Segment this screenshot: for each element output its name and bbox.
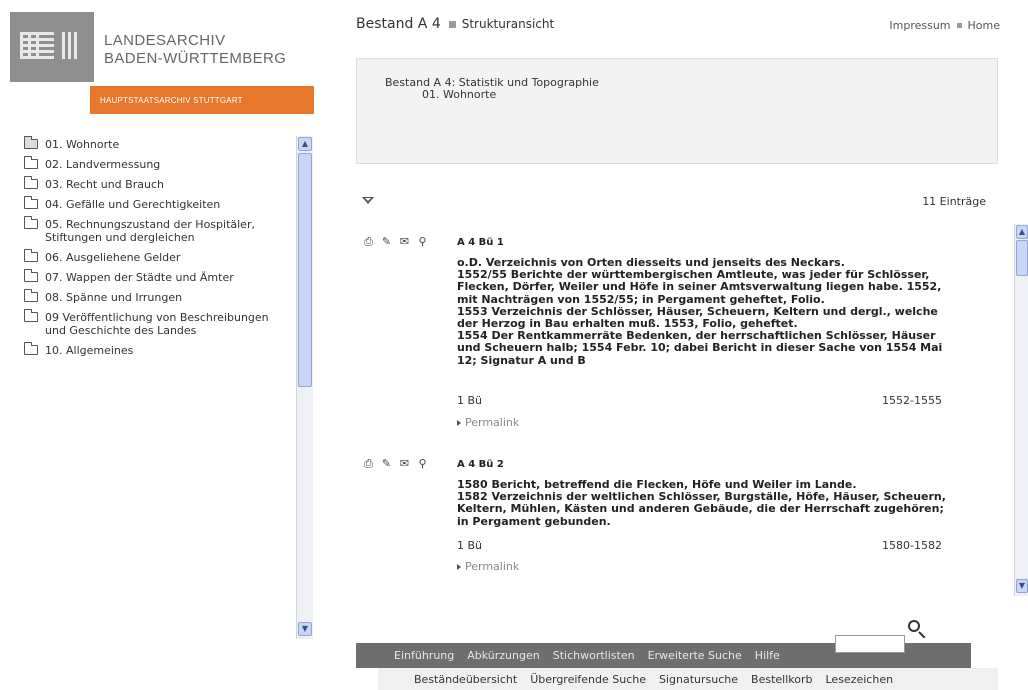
folder-icon	[24, 342, 38, 355]
triangle-right-icon	[457, 420, 461, 426]
search-icon[interactable]	[908, 620, 926, 640]
record-meta: 1 Bü 1580-1582	[457, 539, 942, 552]
record-meta: 1 Bü 1552-1555	[457, 394, 942, 407]
sidebar-item-label: 09 Veröffentlichung von Beschreibungen u…	[45, 311, 269, 337]
record-signature: A 4 Bü 1	[457, 237, 504, 248]
home-link[interactable]: Home	[968, 19, 1000, 32]
sidebar-item-label: 04. Gefälle und Gerechtigkeiten	[45, 198, 221, 211]
sidebar-scrollbar[interactable]: ▲ ▼	[296, 136, 313, 639]
sidebar-item-allgemeines[interactable]: 10. Allgemeines	[24, 342, 292, 357]
scroll-up-icon[interactable]: ▲	[1016, 225, 1028, 239]
sidebar-item-label: 03. Recht und Brauch	[45, 178, 164, 191]
breadcrumb: Bestand A 4: Statistik und Topographie 0…	[356, 58, 998, 164]
entry-count: 11 Einträge	[922, 195, 986, 208]
breadcrumb-series[interactable]: 01. Wohnorte	[385, 89, 997, 101]
logo-band: HAUPTSTAATSARCHIV STUTTGART	[90, 86, 314, 114]
sidebar-item-label: 06. Ausgeliehene Gelder	[45, 251, 181, 264]
content-scrollbar[interactable]: ▲ ▼	[1014, 224, 1028, 596]
sidebar-item-spaenne[interactable]: 08. Spänne und Irrungen	[24, 289, 292, 304]
sidebar-item-label: 08. Spänne und Irrungen	[45, 291, 183, 304]
nav-lesezeichen[interactable]: Lesezeichen	[826, 673, 894, 686]
folder-icon	[24, 249, 38, 262]
fonds-title: Bestand A 4	[356, 16, 441, 32]
view-name: Strukturansicht	[461, 17, 555, 31]
sidebar-item-ausgeliehene-gelder[interactable]: 06. Ausgeliehene Gelder	[24, 249, 292, 264]
primary-nav: Einführung Abkürzungen Stichwortlisten E…	[356, 635, 971, 668]
note-icon[interactable]: ✎	[380, 236, 393, 248]
folder-icon	[24, 289, 38, 302]
record-signature: A 4 Bü 2	[457, 459, 504, 470]
logo-line2: BADEN-WÜRTTEMBERG	[104, 50, 287, 67]
note-icon[interactable]: ✎	[380, 458, 393, 470]
logo-mark-icon	[10, 12, 94, 82]
sidebar-item-wohnorte[interactable]: 01. Wohnorte	[24, 136, 292, 151]
record-description: 1580 Bericht, betreffend die Flecken, Hö…	[457, 478, 946, 528]
folder-icon	[24, 156, 38, 169]
record-entry: ⎙ ✎ ✉ ⚲ A 4 Bü 2 1580 Bericht, betreffen…	[362, 458, 946, 578]
nav-hilfe[interactable]: Hilfe	[755, 649, 780, 662]
sidebar-item-wappen[interactable]: 07. Wappen der Städte und Ämter	[24, 269, 292, 284]
separator-square-icon	[448, 20, 456, 28]
record-description: o.D. Verzeichnis von Orten diesseits und…	[457, 256, 943, 367]
order-icon[interactable]: ⚲	[416, 236, 429, 248]
logo[interactable]: LANDESARCHIV BADEN-WÜRTTEMBERG HAUPTSTAA…	[10, 12, 315, 118]
sidebar-item-label: 02. Landvermessung	[45, 158, 161, 171]
sidebar-tree: 01. Wohnorte 02. Landvermessung 03. Rech…	[24, 136, 292, 364]
permalink[interactable]: Permalink	[457, 560, 519, 573]
logo-line1: LANDESARCHIV	[104, 32, 226, 49]
folder-icon	[24, 136, 38, 149]
sidebar-item-label: 07. Wappen der Städte und Ämter	[45, 271, 234, 284]
page-title: Bestand A 4 Strukturansicht	[356, 16, 554, 32]
folder-icon	[24, 216, 38, 229]
impressum-link[interactable]: Impressum	[889, 19, 950, 32]
nav-uebergreifende-suche[interactable]: Übergreifende Suche	[530, 673, 646, 686]
print-icon[interactable]: ⎙	[362, 458, 375, 470]
record-extent: 1 Bü	[457, 539, 483, 552]
folder-icon	[24, 309, 38, 322]
record-entry: ⎙ ✎ ✉ ⚲ A 4 Bü 1 o.D. Verzeichnis von Or…	[362, 236, 942, 436]
nav-signatursuche[interactable]: Signatursuche	[659, 673, 738, 686]
sidebar-item-gefaelle[interactable]: 04. Gefälle und Gerechtigkeiten	[24, 196, 292, 211]
separator-square-icon	[956, 23, 962, 28]
print-icon[interactable]: ⎙	[362, 236, 375, 248]
sidebar-item-label: 05. Rechnungszustand der Hospitäler, Sti…	[45, 218, 255, 244]
record-date: 1580-1582	[882, 539, 942, 552]
sidebar-item-landvermessung[interactable]: 02. Landvermessung	[24, 156, 292, 171]
folder-icon	[24, 269, 38, 282]
record-tools: ⎙ ✎ ✉ ⚲	[362, 236, 429, 248]
record-tools: ⎙ ✎ ✉ ⚲	[362, 458, 429, 470]
bookmark-icon[interactable]: ✉	[398, 458, 411, 470]
record-extent: 1 Bü	[457, 394, 483, 407]
sidebar-item-rechnungszustand[interactable]: 05. Rechnungszustand der Hospitäler, Sti…	[24, 216, 292, 244]
record-date: 1552-1555	[882, 394, 942, 407]
sidebar-item-label: 10. Allgemeines	[45, 344, 134, 357]
nav-bestellkorb[interactable]: Bestellkorb	[751, 673, 812, 686]
content-scroll-thumb[interactable]	[1016, 240, 1028, 276]
sidebar-item-recht-und-brauch[interactable]: 03. Recht und Brauch	[24, 176, 292, 191]
sidebar-item-veroeffentlichung[interactable]: 09 Veröffentlichung von Beschreibungen u…	[24, 309, 292, 337]
order-icon[interactable]: ⚲	[416, 458, 429, 470]
sidebar-scroll-thumb[interactable]	[298, 153, 312, 387]
nav-abkuerzungen[interactable]: Abkürzungen	[467, 649, 539, 662]
bookmark-icon[interactable]: ✉	[398, 236, 411, 248]
folder-icon	[24, 196, 38, 209]
scroll-down-icon[interactable]: ▼	[1016, 579, 1028, 593]
permalink-label: Permalink	[465, 416, 520, 429]
nav-einfuehrung[interactable]: Einführung	[394, 649, 454, 662]
top-links: Impressum Home	[889, 19, 1000, 32]
secondary-nav: Beständeübersicht Übergreifende Suche Si…	[378, 668, 998, 690]
scroll-up-icon[interactable]: ▲	[298, 137, 312, 151]
nav-bestaendeuebersicht[interactable]: Beständeübersicht	[414, 673, 517, 686]
scroll-down-icon[interactable]: ▼	[298, 622, 312, 636]
permalink[interactable]: Permalink	[457, 416, 519, 429]
folder-icon	[24, 176, 38, 189]
collapse-toggle-icon[interactable]	[362, 197, 374, 204]
triangle-right-icon	[457, 564, 461, 570]
nav-stichwortlisten[interactable]: Stichwortlisten	[553, 649, 635, 662]
nav-erweiterte-suche[interactable]: Erweiterte Suche	[648, 649, 742, 662]
sidebar-item-label: 01. Wohnorte	[45, 138, 120, 151]
permalink-label: Permalink	[465, 560, 520, 573]
search-input[interactable]	[835, 635, 905, 653]
